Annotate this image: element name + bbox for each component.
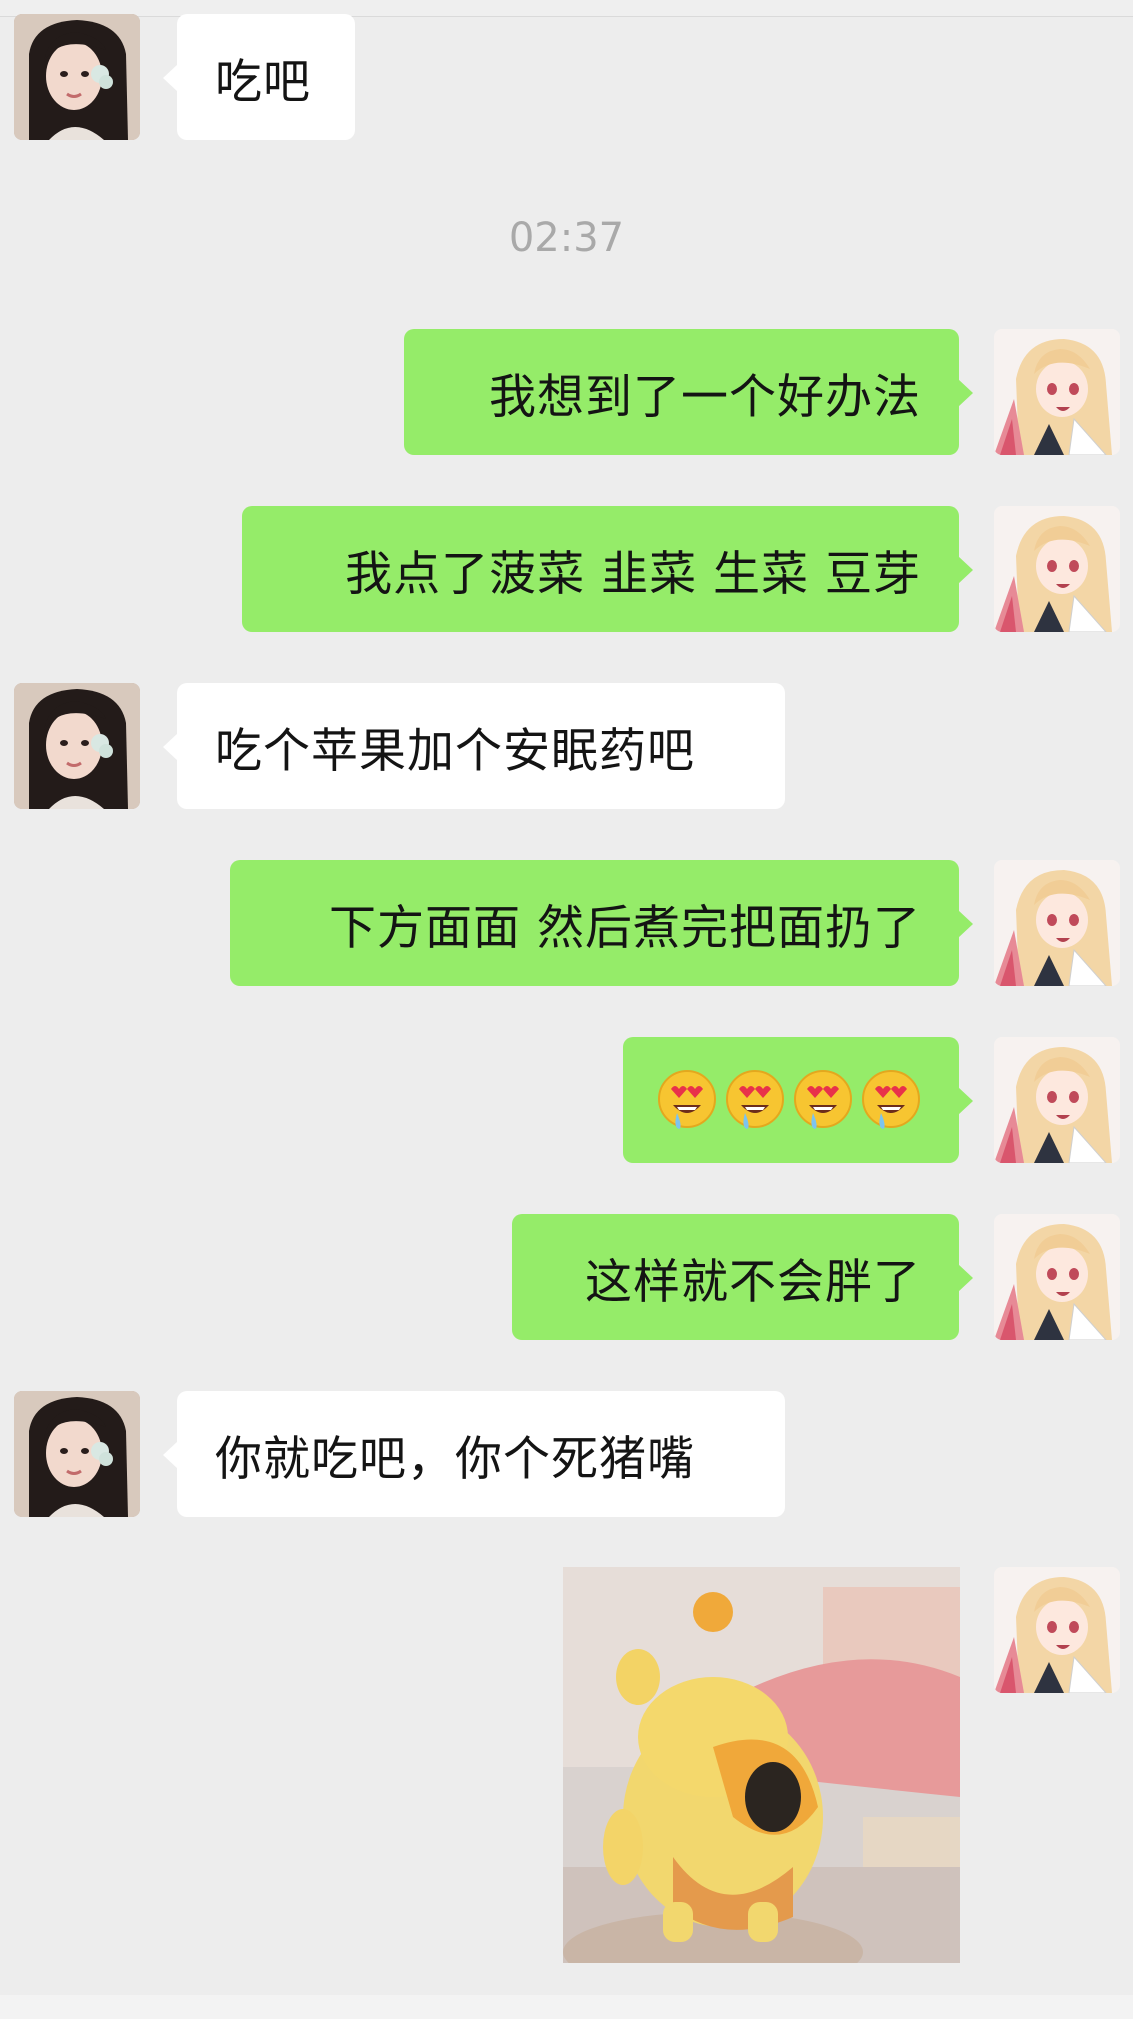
chat-timestamp: 02:37: [508, 215, 625, 261]
self-avatar[interactable]: [994, 329, 1120, 455]
bottom-edge: [0, 1995, 1133, 2019]
message-bubble-self[interactable]: 我想到了一个好办法: [404, 329, 973, 455]
message-text: 我想到了一个好办法: [489, 369, 921, 425]
message-bubble-contact[interactable]: 吃吧: [163, 14, 355, 140]
heart-eyes-emoji-icon: [726, 1070, 784, 1130]
heart-eyes-emoji-icon: [862, 1070, 920, 1130]
message-text: 你就吃吧，你个死猪嘴: [215, 1431, 695, 1487]
contact-avatar[interactable]: [14, 683, 140, 809]
message-text: 吃个苹果加个安眠药吧: [215, 723, 695, 779]
self-avatar[interactable]: [994, 506, 1120, 632]
message-bubble-self[interactable]: 我点了菠菜 韭菜 生菜 豆芽: [242, 506, 973, 632]
message-text: 这样就不会胖了: [585, 1254, 921, 1310]
message-text: 我点了菠菜 韭菜 生菜 豆芽: [345, 546, 921, 602]
message-text: 下方面面 然后煮完把面扔了: [329, 900, 921, 956]
message-bubble-self[interactable]: 下方面面 然后煮完把面扔了: [230, 860, 973, 986]
heart-eyes-emoji-icon: [658, 1070, 716, 1130]
heart-eyes-emoji-icon: [794, 1070, 852, 1130]
message-bubble-self-emoji[interactable]: [623, 1037, 973, 1163]
message-bubble-contact[interactable]: 吃个苹果加个安眠药吧: [163, 683, 785, 809]
self-avatar[interactable]: [994, 1037, 1120, 1163]
contact-avatar[interactable]: [14, 1391, 140, 1517]
emoji-row: [657, 1069, 921, 1131]
self-avatar[interactable]: [994, 1214, 1120, 1340]
sticker-image[interactable]: [563, 1567, 960, 1963]
self-avatar[interactable]: [994, 1567, 1120, 1693]
message-bubble-contact[interactable]: 你就吃吧，你个死猪嘴: [163, 1391, 785, 1517]
message-text: 吃吧: [215, 54, 311, 110]
message-bubble-self[interactable]: 这样就不会胖了: [512, 1214, 973, 1340]
top-divider: [0, 0, 1133, 17]
contact-avatar[interactable]: [14, 14, 140, 140]
self-avatar[interactable]: [994, 860, 1120, 986]
